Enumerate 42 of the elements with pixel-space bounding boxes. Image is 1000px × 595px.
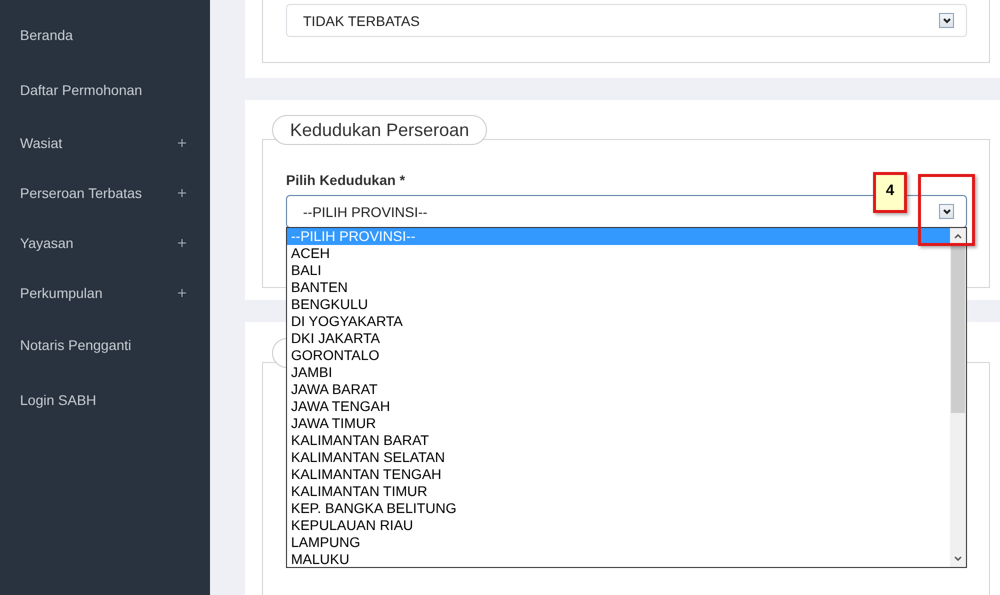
scrollbar[interactable] xyxy=(950,228,966,567)
sidebar-item[interactable]: Yayasan xyxy=(0,219,210,266)
dropdown-option[interactable]: LAMPUNG xyxy=(287,534,950,551)
chevron-down-icon xyxy=(954,556,962,561)
dropdown-option[interactable]: ACEH xyxy=(287,245,950,262)
sidebar-item[interactable]: Daftar Permohonan xyxy=(0,61,210,119)
dropdown-option[interactable]: JAMBI xyxy=(287,364,950,381)
chevron-up-icon xyxy=(954,234,962,239)
dropdown-option[interactable]: JAWA BARAT xyxy=(287,381,950,398)
dropdown-option[interactable]: GORONTALO xyxy=(287,347,950,364)
step-badge: 4 xyxy=(873,172,907,213)
plus-icon xyxy=(178,138,186,146)
sidebar-item[interactable]: Notaris Pengganti xyxy=(0,319,210,371)
dropdown-option[interactable]: BENGKULU xyxy=(287,296,950,313)
highlight-frame xyxy=(918,174,975,246)
plus-icon xyxy=(178,188,186,196)
dropdown-option[interactable]: DI YOGYAKARTA xyxy=(287,313,950,330)
dropdown-option[interactable]: KALIMANTAN TENGAH xyxy=(287,466,950,483)
dropdown-option[interactable]: DKI JAKARTA xyxy=(287,330,950,347)
chevron-down-icon xyxy=(942,208,950,214)
dropdown-option[interactable]: KALIMANTAN SELATAN xyxy=(287,449,950,466)
sidebar-item[interactable]: Perkumpulan xyxy=(0,266,210,319)
dropdown-option[interactable]: BALI xyxy=(287,262,950,279)
select-field[interactable]: --PILIH PROVINSI-- xyxy=(286,195,967,228)
dropdown-option[interactable]: KEP. BANGKA BELITUNG xyxy=(287,500,950,517)
sidebar-item[interactable]: Perseroan Terbatas xyxy=(0,166,210,219)
plus-icon xyxy=(178,238,186,246)
sidebar-item[interactable]: Wasiat xyxy=(0,119,210,166)
sidebar-item[interactable]: Beranda xyxy=(0,9,210,61)
dropdown-option[interactable]: MALUKU xyxy=(287,551,950,567)
dropdown-option[interactable]: BANTEN xyxy=(287,279,950,296)
select-field[interactable]: TIDAK TERBATAS xyxy=(286,4,967,37)
chevron-down-icon xyxy=(942,18,950,24)
dropdown-option[interactable]: JAWA TIMUR xyxy=(287,415,950,432)
dropdown-option[interactable]: JAWA TENGAH xyxy=(287,398,950,415)
section-title: Kedudukan Perseroan xyxy=(272,115,488,145)
dropdown-option[interactable]: KALIMANTAN TIMUR xyxy=(287,483,950,500)
dropdown-option[interactable]: KALIMANTAN BARAT xyxy=(287,432,950,449)
dropdown-option[interactable]: KEPULAUAN RIAU xyxy=(287,517,950,534)
field-label: Pilih Kedudukan * xyxy=(286,172,406,188)
plus-icon xyxy=(178,288,186,296)
sidebar-item[interactable]: Login SABH xyxy=(0,371,210,429)
